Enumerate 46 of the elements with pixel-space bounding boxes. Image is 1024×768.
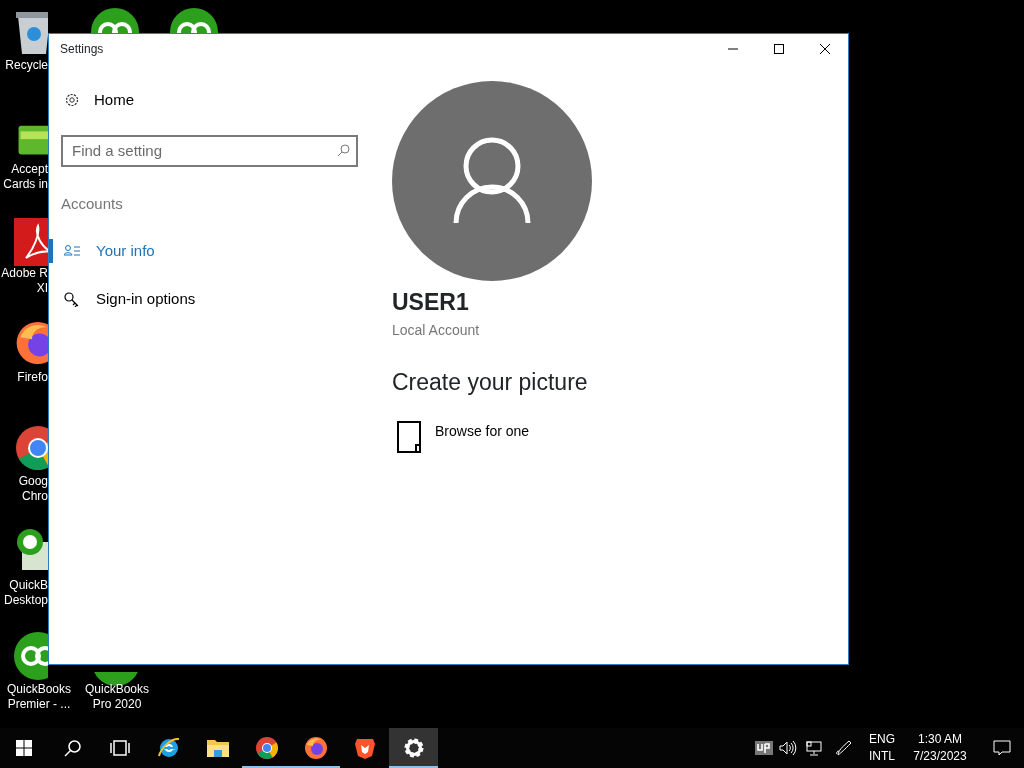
icon-label[interactable]: QuickBooks [0,682,78,697]
network-icon[interactable] [805,740,823,756]
icon-label[interactable]: Adobe R [0,266,48,281]
icon-label[interactable]: Desktop [0,593,48,608]
chrome-icon [254,736,279,760]
search-icon [63,739,81,757]
pdf-icon[interactable] [14,218,48,266]
maximize-icon [774,44,784,54]
home-link[interactable]: Home [61,81,134,120]
lion-shield-icon [352,736,377,760]
icon-label[interactable]: QuickB [0,578,48,593]
user-name: USER1 [392,291,470,314]
app-tray-icon[interactable] [755,740,773,756]
volume-icon[interactable] [779,740,797,756]
close-icon [820,44,830,54]
taskbar-app-button[interactable] [389,728,438,768]
nav-item[interactable]: Sign-in options [61,287,358,311]
key-icon [64,291,81,307]
person-list-icon [64,243,81,259]
section-label: Accounts [61,193,124,214]
icon-label[interactable]: Goog [0,474,48,489]
icon-label[interactable]: Accept [0,162,48,177]
search-field[interactable]: Find a setting [61,134,358,167]
browse-link[interactable]: Browse for one [392,420,530,454]
task-view-icon [110,740,130,756]
language-indicator[interactable]: ENG INTL [864,731,900,765]
icon-label[interactable]: Cards in [0,177,48,192]
section-heading: Create your picture [392,368,589,397]
icon-label[interactable]: Recycle [0,58,48,73]
firefox-icon [303,736,328,760]
icon-label[interactable]: Chro [0,489,48,504]
icon-label[interactable]: XI [0,281,48,296]
icon-label[interactable]: Premier - ... [0,697,78,712]
pen-icon[interactable] [835,740,853,756]
icon-label[interactable]: QuickBooks [78,682,156,697]
search-icon [337,143,350,157]
window-title: Settings [59,41,105,58]
icon-label[interactable]: Pro 2020 [78,697,156,712]
notification-icon [993,739,1011,757]
internet-explorer-icon [156,736,181,760]
windows-icon [16,740,32,756]
file-icon [397,420,423,454]
account-type: Local Account [392,321,481,340]
clock[interactable]: 1:30 AM 7/23/2023 [900,731,980,765]
gear-icon [64,92,80,109]
icon-label[interactable]: Firefo [0,370,48,385]
